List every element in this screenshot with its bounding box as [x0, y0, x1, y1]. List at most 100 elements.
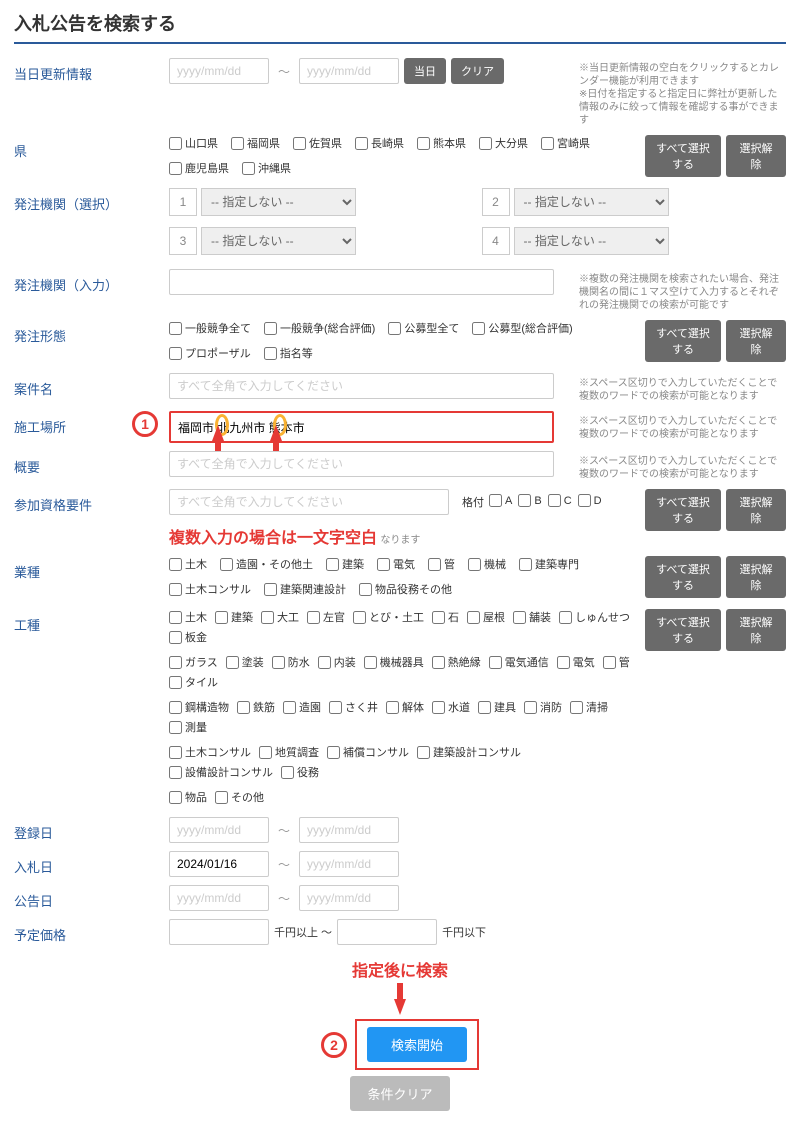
checkbox[interactable] — [355, 137, 368, 150]
checkbox-item[interactable]: 管 — [428, 556, 455, 572]
biddate-from[interactable] — [169, 851, 269, 877]
checkbox-item[interactable]: 鋼構造物 — [169, 699, 229, 715]
checkbox[interactable] — [468, 558, 481, 571]
checkbox[interactable] — [169, 721, 182, 734]
checkbox[interactable] — [169, 583, 182, 596]
checkbox-item[interactable]: 石 — [432, 609, 459, 625]
checkbox-item[interactable]: 土木 — [169, 556, 207, 572]
checkbox[interactable] — [417, 746, 430, 759]
checkbox-item[interactable]: 役務 — [281, 764, 319, 780]
qual-select-all[interactable]: すべて選択する — [645, 489, 721, 531]
checkbox[interactable] — [359, 583, 372, 596]
checkbox[interactable] — [231, 137, 244, 150]
checkbox-item[interactable]: 造園 — [283, 699, 321, 715]
checkbox-item[interactable]: 一般競争全て — [169, 320, 251, 336]
checkbox-item[interactable]: 板金 — [169, 629, 207, 645]
checkbox-item[interactable]: 電気通信 — [489, 654, 549, 670]
checkbox-item[interactable]: 佐賀県 — [293, 135, 342, 151]
checkbox-item[interactable]: 土木コンサル — [169, 744, 251, 760]
checkbox[interactable] — [417, 137, 430, 150]
grade-item[interactable]: C — [548, 494, 572, 507]
checkbox[interactable] — [169, 631, 182, 644]
checkbox-item[interactable]: 機械 — [468, 556, 506, 572]
checkbox-item[interactable]: 舗装 — [513, 609, 551, 625]
industry-select-all[interactable]: すべて選択する — [645, 556, 721, 598]
checkbox-item[interactable]: 機械器具 — [364, 654, 424, 670]
update-date-from[interactable] — [169, 58, 269, 84]
checkbox[interactable] — [524, 701, 537, 714]
checkbox[interactable] — [215, 791, 228, 804]
grade-item[interactable]: A — [489, 494, 512, 507]
checkbox[interactable] — [559, 611, 572, 624]
checkbox[interactable] — [329, 701, 342, 714]
checkbox-item[interactable]: 清掃 — [570, 699, 608, 715]
checkbox[interactable] — [386, 701, 399, 714]
noticedate-from[interactable] — [169, 885, 269, 911]
bidtype-select-all[interactable]: すべて選択する — [645, 320, 721, 362]
checkbox-item[interactable]: 防水 — [272, 654, 310, 670]
checkbox-item[interactable]: 公募型全て — [388, 320, 459, 336]
checkbox[interactable] — [272, 656, 285, 669]
grade-item[interactable]: D — [578, 494, 602, 507]
summary-input[interactable] — [169, 451, 554, 477]
checkbox[interactable] — [169, 656, 182, 669]
checkbox[interactable] — [169, 746, 182, 759]
update-date-to[interactable] — [299, 58, 399, 84]
checkbox-item[interactable]: 物品 — [169, 789, 207, 805]
grade-item[interactable]: B — [518, 494, 541, 507]
checkbox-item[interactable]: 建具 — [478, 699, 516, 715]
checkbox[interactable] — [432, 611, 445, 624]
checkbox-item[interactable]: 補償コンサル — [327, 744, 409, 760]
checkbox-item[interactable]: 管 — [603, 654, 630, 670]
org-input[interactable] — [169, 269, 554, 295]
checkbox[interactable] — [603, 656, 616, 669]
checkbox-item[interactable]: 電気 — [377, 556, 415, 572]
price-to[interactable] — [337, 919, 437, 945]
org-select-3[interactable]: -- 指定しない -- — [201, 227, 356, 255]
checkbox[interactable] — [388, 322, 401, 335]
checkbox[interactable] — [557, 656, 570, 669]
checkbox-item[interactable]: 大分県 — [479, 135, 528, 151]
org-select-2[interactable]: -- 指定しない -- — [514, 188, 669, 216]
checkbox-item[interactable]: 宮崎県 — [541, 135, 590, 151]
checkbox[interactable] — [479, 137, 492, 150]
checkbox[interactable] — [169, 558, 182, 571]
checkbox-item[interactable]: 建築 — [215, 609, 253, 625]
checkbox[interactable] — [467, 611, 480, 624]
checkbox-item[interactable]: 土木コンサル — [169, 581, 251, 597]
checkbox[interactable] — [169, 791, 182, 804]
checkbox[interactable] — [428, 558, 441, 571]
worktype-clear[interactable]: 選択解除 — [726, 609, 786, 651]
checkbox[interactable] — [489, 656, 502, 669]
checkbox-item[interactable]: 鹿児島県 — [169, 160, 229, 176]
checkbox[interactable] — [519, 558, 532, 571]
checkbox-item[interactable]: 屋根 — [467, 609, 505, 625]
checkbox-item[interactable]: 鉄筋 — [237, 699, 275, 715]
checkbox-item[interactable]: 大工 — [261, 609, 299, 625]
checkbox-item[interactable]: 地質調査 — [259, 744, 319, 760]
checkbox-item[interactable]: 電気 — [557, 654, 595, 670]
bidtype-clear[interactable]: 選択解除 — [726, 320, 786, 362]
checkbox-item[interactable]: 建築設計コンサル — [417, 744, 521, 760]
checkbox[interactable] — [570, 701, 583, 714]
checkbox-item[interactable]: 水道 — [432, 699, 470, 715]
biddate-to[interactable] — [299, 851, 399, 877]
checkbox-item[interactable]: 指名等 — [264, 345, 313, 361]
qual-clear[interactable]: 選択解除 — [726, 489, 786, 531]
checkbox-item[interactable]: 測量 — [169, 719, 207, 735]
checkbox[interactable] — [259, 746, 272, 759]
checkbox[interactable] — [220, 558, 233, 571]
checkbox[interactable] — [513, 611, 526, 624]
search-button[interactable]: 検索開始 — [367, 1027, 467, 1062]
checkbox-item[interactable]: 長崎県 — [355, 135, 404, 151]
checkbox[interactable] — [478, 701, 491, 714]
checkbox[interactable] — [237, 701, 250, 714]
org-select-1[interactable]: -- 指定しない -- — [201, 188, 356, 216]
checkbox[interactable] — [169, 162, 182, 175]
checkbox[interactable] — [169, 347, 182, 360]
pref-select-all[interactable]: すべて選択する — [645, 135, 721, 177]
checkbox[interactable] — [307, 611, 320, 624]
checkbox-item[interactable]: 公募型(総合評価) — [472, 320, 572, 336]
noticedate-to[interactable] — [299, 885, 399, 911]
checkbox[interactable] — [264, 322, 277, 335]
